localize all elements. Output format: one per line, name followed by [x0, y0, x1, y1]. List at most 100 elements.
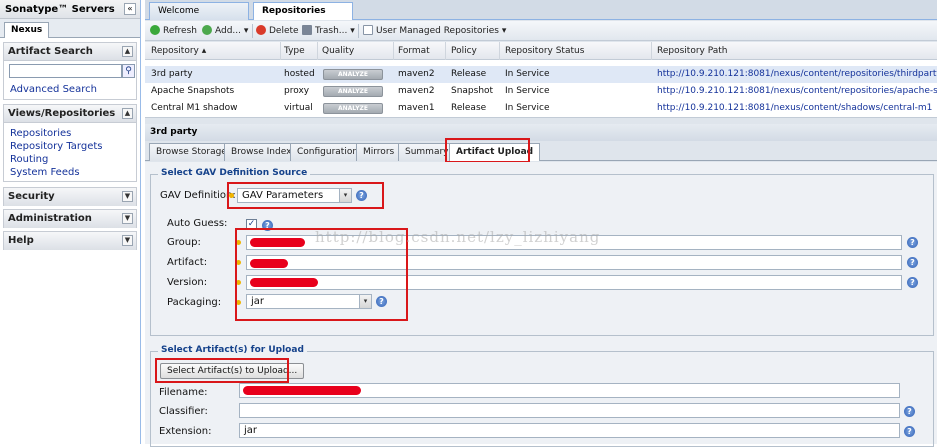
chevron-down-icon[interactable]: ▼ — [122, 191, 133, 202]
sidebar-item-system-feeds[interactable]: System Feeds — [4, 166, 136, 179]
tab-nexus[interactable]: Nexus — [4, 22, 50, 38]
administration-title: Administration — [8, 213, 92, 224]
trash-icon — [302, 25, 312, 35]
column-header-policy[interactable]: Policy — [451, 46, 477, 56]
repository-path-link[interactable]: http://10.9.210.121:8081/nexus/content/r… — [657, 69, 937, 79]
packaging-label: Packaging: — [167, 297, 222, 308]
chevron-down-icon[interactable]: ▼ — [122, 213, 133, 224]
table-row[interactable]: Apache Snapshots proxy ANALYZE maven2 Sn… — [145, 83, 937, 100]
delete-button[interactable]: Delete — [256, 25, 299, 36]
table-row[interactable]: 3rd party hosted ANALYZE maven2 Release … — [145, 66, 937, 83]
help-header[interactable]: Help ▼ — [4, 232, 136, 250]
collapse-icon[interactable]: « — [124, 3, 136, 15]
column-header-status[interactable]: Repository Status — [505, 46, 584, 56]
repositories-table: Repository ▴ Type Quality Format Policy … — [145, 42, 937, 118]
tab-browse-index[interactable]: Browse Index — [224, 143, 299, 161]
help-title: Help — [8, 235, 34, 246]
servers-title: Sonatype™ Servers — [5, 4, 115, 15]
analyze-button[interactable]: ANALYZE — [323, 86, 383, 97]
tab-welcome[interactable]: Welcome — [149, 2, 249, 20]
artifact-search-header[interactable]: Artifact Search ▲ — [4, 43, 136, 61]
artifact-search-section: Artifact Search ▲ ⚲ Advanced Search — [3, 42, 137, 100]
table-header: Repository ▴ Type Quality Format Policy … — [145, 42, 937, 60]
add-icon — [202, 25, 212, 35]
repository-status: In Service — [505, 103, 550, 113]
extension-input[interactable]: jar — [239, 423, 900, 438]
main-tabstrip: Welcome Repositories — [145, 0, 937, 20]
classifier-input[interactable] — [239, 403, 900, 418]
highlight-box — [227, 182, 384, 209]
trash-label: Trash... ▾ — [315, 26, 355, 36]
repository-name: Central M1 shadow — [151, 103, 238, 113]
search-input[interactable] — [9, 64, 122, 78]
sidebar-item-repository-targets[interactable]: Repository Targets — [4, 140, 136, 153]
add-button[interactable]: Add... ▾ — [202, 25, 248, 36]
gav-legend: Select GAV Definition Source — [158, 168, 311, 178]
extension-label: Extension: — [159, 426, 212, 437]
column-divider — [651, 42, 652, 60]
administration-section: Administration ▼ — [3, 209, 137, 228]
redaction-mark — [243, 386, 361, 395]
column-divider — [280, 42, 281, 60]
help-icon[interactable]: ? — [907, 237, 918, 248]
help-icon[interactable]: ? — [904, 426, 915, 437]
repository-path-link[interactable]: http://10.9.210.121:8081/nexus/content/r… — [657, 86, 937, 96]
administration-header[interactable]: Administration ▼ — [4, 210, 136, 228]
sidebar-item-routing[interactable]: Routing — [4, 153, 136, 166]
analyze-button[interactable]: ANALYZE — [323, 103, 383, 114]
detail-tabstrip: Browse Storage Browse Index Configuratio… — [145, 141, 937, 161]
sidebar-item-repositories[interactable]: Repositories — [4, 127, 136, 140]
column-header-path[interactable]: Repository Path — [657, 46, 728, 56]
servers-panel-title: Sonatype™ Servers « — [0, 0, 140, 19]
tab-configuration[interactable]: Configuration — [290, 143, 366, 161]
add-label: Add... ▾ — [215, 26, 249, 36]
repository-format: maven1 — [398, 103, 435, 113]
repository-policy: Release — [451, 69, 487, 79]
security-section: Security ▼ — [3, 187, 137, 206]
tab-browse-storage[interactable]: Browse Storage — [149, 143, 234, 161]
column-header-repository[interactable]: Repository ▴ — [151, 46, 206, 56]
highlight-box — [155, 358, 289, 383]
refresh-button[interactable]: Refresh — [150, 25, 197, 36]
repository-policy: Snapshot — [451, 86, 494, 96]
repository-path-link[interactable]: http://10.9.210.121:8081/nexus/content/s… — [657, 103, 932, 113]
repository-status: In Service — [505, 69, 550, 79]
repositories-toolbar: Refresh Add... ▾ Delete Trash... ▾ User … — [145, 21, 937, 41]
delete-label: Delete — [269, 26, 299, 36]
column-header-format[interactable]: Format — [398, 46, 430, 56]
views-header[interactable]: Views/Repositories ▲ — [4, 105, 136, 123]
user-managed-repositories-button[interactable]: User Managed Repositories ▾ — [363, 25, 506, 36]
views-section: Views/Repositories ▲ Repositories Reposi… — [3, 104, 137, 182]
help-icon[interactable]: ? — [907, 257, 918, 268]
watermark-text: http://blog.csdn.net/lzy_lizhiyang — [315, 228, 601, 246]
chevron-up-icon[interactable]: ▲ — [122, 46, 133, 57]
help-icon[interactable]: ? — [907, 277, 918, 288]
help-icon[interactable]: ? — [904, 406, 915, 417]
security-header[interactable]: Security ▼ — [4, 188, 136, 206]
repository-type: hosted — [284, 69, 315, 79]
auto-guess-label: Auto Guess: — [167, 218, 228, 229]
analyze-button[interactable]: ANALYZE — [323, 69, 383, 80]
column-divider — [393, 42, 394, 60]
artifact-label: Artifact: — [167, 257, 208, 268]
chevron-up-icon[interactable]: ▲ — [122, 108, 133, 119]
advanced-search-link[interactable]: Advanced Search — [4, 83, 97, 96]
tab-mirrors[interactable]: Mirrors — [356, 143, 402, 161]
column-header-quality[interactable]: Quality — [322, 46, 354, 56]
refresh-icon — [150, 25, 160, 35]
search-icon[interactable]: ⚲ — [122, 64, 135, 78]
security-title: Security — [8, 191, 55, 202]
tab-repositories[interactable]: Repositories — [253, 2, 353, 20]
artifact-upload-form: Select GAV Definition Source GAV Definit… — [145, 162, 937, 447]
extension-value: jar — [244, 425, 258, 436]
help-section: Help ▼ — [3, 231, 137, 250]
left-panel: Sonatype™ Servers « Nexus Artifact Searc… — [0, 0, 141, 444]
views-title: Views/Repositories — [8, 108, 116, 119]
column-divider — [499, 42, 500, 60]
group-label: Group: — [167, 237, 201, 248]
chevron-down-icon[interactable]: ▼ — [122, 235, 133, 246]
repository-policy: Release — [451, 103, 487, 113]
column-header-type[interactable]: Type — [284, 46, 305, 56]
trash-button[interactable]: Trash... ▾ — [302, 25, 355, 36]
table-row[interactable]: Central M1 shadow virtual ANALYZE maven1… — [145, 100, 937, 117]
